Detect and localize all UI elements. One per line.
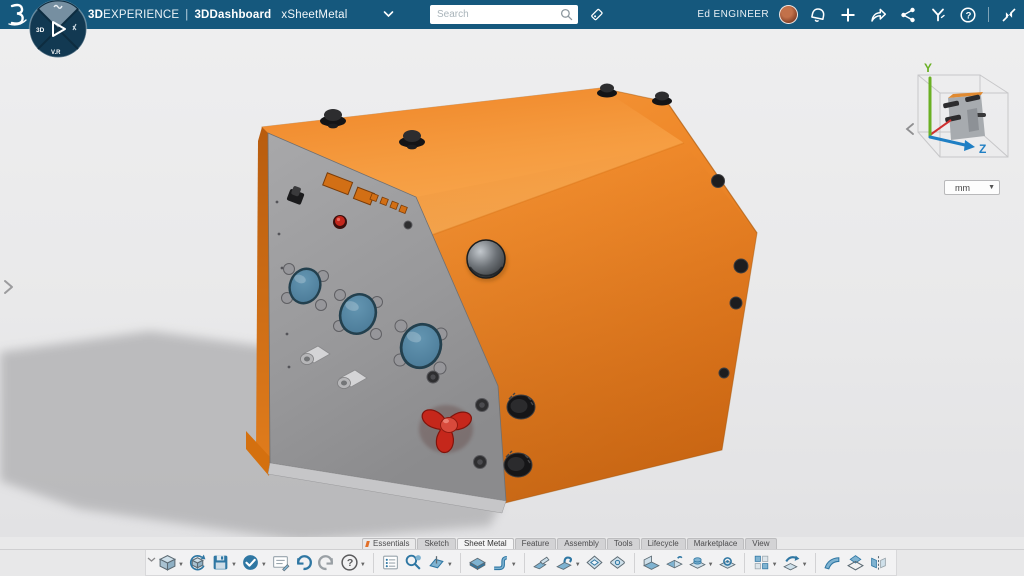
tab-sketch[interactable]: Sketch <box>417 538 455 549</box>
compass-widget[interactable]: 3D V.R <box>27 0 89 66</box>
chevron-down-icon[interactable]: ▼ <box>708 562 714 568</box>
tab-lifecycle[interactable]: Lifecycle <box>641 538 686 549</box>
chevron-down-icon[interactable]: ▼ <box>447 562 453 568</box>
app-name: 3DDashboard <box>194 9 271 21</box>
action-bar: ▼▼▼?▼▼▼▼▼▼▼ <box>0 549 1024 576</box>
hem-button[interactable] <box>531 552 552 573</box>
tear-drop-button[interactable]: ▼ <box>554 552 582 573</box>
red-button[interactable] <box>333 215 347 229</box>
compass-south-label[interactable]: V.R <box>51 50 61 56</box>
open-content-button[interactable] <box>187 552 208 573</box>
share-forward-icon[interactable] <box>868 5 888 25</box>
brand-3d: 3D <box>88 9 103 21</box>
tag-icon[interactable] <box>586 5 606 24</box>
top-bar: 3DEXPERIENCE | 3DDashboard xSheetMetal Ed E… <box>0 0 1024 29</box>
application-window: 3DEXPERIENCE|3DDashboardxSheetMetal Ed E… <box>0 0 1024 576</box>
3dswym-icon[interactable] <box>928 5 948 25</box>
bend-button[interactable] <box>641 552 662 573</box>
unfold-button[interactable] <box>664 552 685 573</box>
surface-stamp-button[interactable]: ▼ <box>687 552 715 573</box>
mirror-button[interactable] <box>868 552 889 573</box>
chevron-down-icon[interactable] <box>356 0 394 33</box>
title-pipe: | <box>185 9 188 21</box>
chevron-down-icon[interactable]: ▼ <box>772 562 778 568</box>
update-button[interactable]: ▼ <box>240 552 268 573</box>
units-dropdown[interactable]: mm ▼ <box>944 180 1000 195</box>
toolbar-separator <box>373 553 374 573</box>
header-actions: Ed ENGINEER ? <box>697 0 1019 29</box>
svg-text:?: ? <box>347 557 353 569</box>
new-3d-part-button[interactable]: ▼ <box>157 552 185 573</box>
swept-flange-button[interactable] <box>822 552 843 573</box>
global-search <box>430 5 578 24</box>
corner-relief-button[interactable] <box>607 552 628 573</box>
app-title: 3DEXPERIENCE | 3DDashboard xSheetMetal <box>88 0 394 29</box>
collaborate-message-button[interactable] <box>270 552 291 573</box>
3d-viewport[interactable]: Y Z mm ▼ <box>0 29 1024 537</box>
chevron-down-icon[interactable]: ▼ <box>261 562 267 568</box>
panel-expand-chevron[interactable] <box>1 278 17 298</box>
help-circle-icon[interactable]: ? <box>958 5 978 25</box>
help-button[interactable]: ?▼ <box>339 552 367 573</box>
flange-button[interactable]: ▼ <box>490 552 518 573</box>
tab-tools[interactable]: Tools <box>607 538 640 549</box>
toolbar-separator <box>815 553 816 573</box>
search-tools-button[interactable] <box>403 552 424 573</box>
chevron-down-icon[interactable]: ▼ <box>511 562 517 568</box>
fold-unfold-button[interactable]: ▼ <box>781 552 809 573</box>
share-network-icon[interactable] <box>898 5 918 25</box>
brand-experience: EXPERIENCE <box>103 9 179 21</box>
chevron-down-icon[interactable]: ▼ <box>360 562 366 568</box>
circular-stamp-button[interactable] <box>717 552 738 573</box>
header-divider <box>988 7 989 22</box>
chevron-down-icon[interactable]: ▼ <box>231 562 237 568</box>
add-icon[interactable] <box>838 5 858 25</box>
notification-bell-icon[interactable] <box>808 5 828 25</box>
toolbar-collapse-chevron[interactable] <box>147 551 156 569</box>
chevron-down-icon: ▼ <box>988 184 995 191</box>
toolbar-separator <box>744 553 745 573</box>
tab-marketplace[interactable]: Marketplace <box>687 538 745 549</box>
user-name[interactable]: Ed ENGINEER <box>697 9 769 20</box>
undo-button[interactable] <box>293 552 314 573</box>
save-button[interactable]: ▼ <box>210 552 238 573</box>
cut-out-button[interactable] <box>584 552 605 573</box>
chevron-down-icon[interactable]: ▼ <box>802 562 808 568</box>
toolbar-separator <box>524 553 525 573</box>
axis-z-label[interactable]: Z <box>979 142 986 156</box>
search-icon[interactable] <box>560 8 578 21</box>
search-input[interactable] <box>430 9 560 20</box>
web-button[interactable] <box>467 552 488 573</box>
units-value: mm <box>949 183 988 193</box>
pattern-button[interactable]: ▼ <box>751 552 779 573</box>
tab-sheet-metal[interactable]: Sheet Metal <box>457 538 514 549</box>
tab-view[interactable]: View <box>745 538 776 549</box>
viewcube-part-thumbnail <box>943 92 986 140</box>
svg-text:?: ? <box>966 10 972 21</box>
reference-plane-button[interactable]: ▼ <box>426 552 454 573</box>
view-cube[interactable]: Y Z <box>893 58 1023 183</box>
action-bar-tabs: EssentialsSketchSheet MetalFeatureAssemb… <box>0 537 1024 549</box>
red-star-knob[interactable] <box>419 405 473 453</box>
toolbar-strip: ▼▼▼?▼▼▼▼▼▼▼ <box>145 550 897 576</box>
collapse-corners-icon[interactable] <box>999 5 1019 25</box>
compass-west-label[interactable]: 3D <box>36 27 45 34</box>
viewcube-collapse-chevron[interactable] <box>907 124 913 134</box>
tab-feature[interactable]: Feature <box>515 538 557 549</box>
redo-button[interactable] <box>316 552 337 573</box>
axis-y-label[interactable]: Y <box>924 61 932 75</box>
toolbar-separator <box>460 553 461 573</box>
design-tree-button[interactable] <box>380 552 401 573</box>
toolbar-separator <box>634 553 635 573</box>
chevron-down-icon[interactable]: ▼ <box>575 562 581 568</box>
avatar[interactable] <box>779 5 798 24</box>
tab-essentials[interactable]: Essentials <box>362 538 416 549</box>
3d-model[interactable] <box>0 29 1024 537</box>
tab-assembly[interactable]: Assembly <box>557 538 606 549</box>
chevron-down-icon[interactable]: ▼ <box>178 562 184 568</box>
stamp-button[interactable] <box>845 552 866 573</box>
context-name[interactable]: xSheetMetal <box>281 9 347 21</box>
